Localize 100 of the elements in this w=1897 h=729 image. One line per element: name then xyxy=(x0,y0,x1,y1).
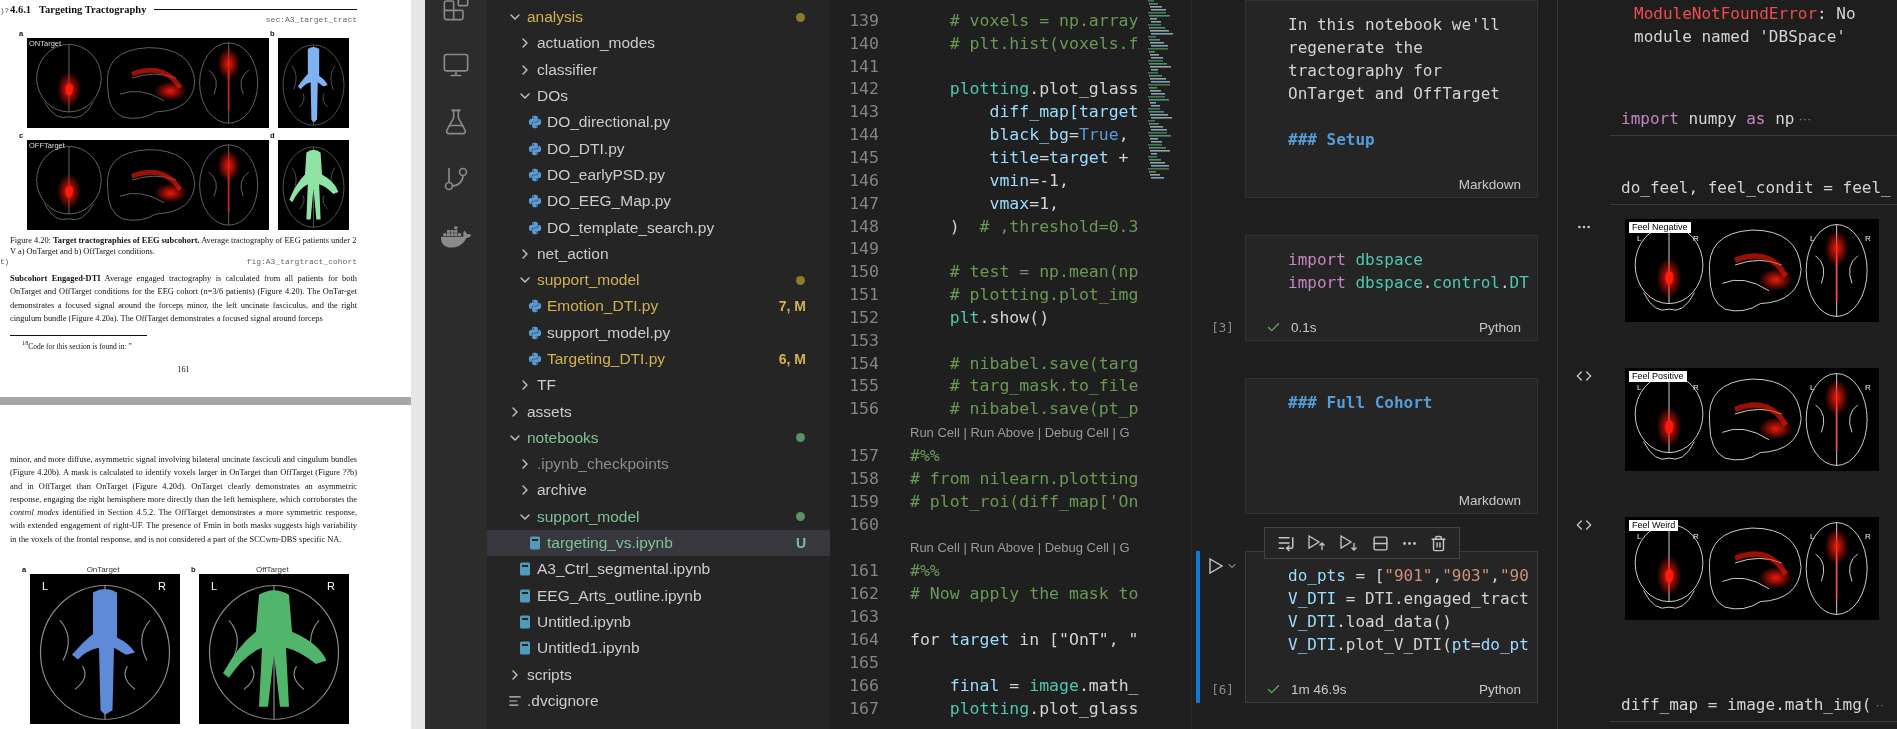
execution-time: 0.1s xyxy=(1291,319,1317,335)
cell-language[interactable]: Python xyxy=(1478,319,1521,335)
section-label: sec:A3_target_tract xyxy=(265,15,357,24)
trash-icon[interactable] xyxy=(1429,534,1447,552)
panel-title: OffTarget xyxy=(254,565,290,575)
line-number: 160 xyxy=(848,514,879,534)
line-number: 161 xyxy=(848,561,879,581)
git-status-label: 7, M xyxy=(778,298,806,315)
code-icon[interactable] xyxy=(1576,368,1592,384)
file-item[interactable]: DO_EEG_Map.py xyxy=(487,188,830,215)
folder-item[interactable]: scripts xyxy=(487,661,830,688)
line-number: 142 xyxy=(848,79,879,99)
cell-language[interactable]: Markdown xyxy=(1458,492,1521,508)
axis-label: R xyxy=(327,580,335,593)
axis-label: R xyxy=(1865,532,1871,541)
code-lens-links[interactable]: Run Cell | Run Above | Debug Cell | G xyxy=(910,540,1130,556)
code-line: for target in ["OnT", " xyxy=(910,630,1139,649)
fold-marker[interactable]: ··· xyxy=(1798,107,1812,130)
blocks-icon[interactable] xyxy=(442,0,470,22)
folder-item[interactable]: actuation_modes xyxy=(487,30,830,57)
folder-item[interactable]: net_action xyxy=(487,240,830,267)
code-line: V_DTI.plot_V_DTI(pt=do_pt xyxy=(1288,634,1530,656)
code-cell[interactable]: import dbspace import dbspace.control.DT 0.1s Python xyxy=(1245,235,1538,341)
line-number: 153 xyxy=(848,330,879,350)
python-icon xyxy=(528,194,542,209)
code-icon[interactable] xyxy=(1576,517,1592,533)
line-number: 154 xyxy=(848,353,879,373)
python-icon xyxy=(528,115,542,130)
monitor-icon[interactable] xyxy=(442,51,470,79)
run-icon[interactable] xyxy=(1207,557,1224,575)
folder-item[interactable]: .ipynb_checkpoints xyxy=(487,451,830,478)
plot-title: Feel Positive xyxy=(1629,371,1687,382)
python-icon xyxy=(528,141,542,156)
folder-item[interactable]: support_model xyxy=(487,266,830,294)
execution-count: [6] xyxy=(1211,681,1234,699)
python-icon xyxy=(528,352,542,366)
file-item[interactable]: support_model.py xyxy=(487,319,830,346)
code-line: V_DTI.load_data() xyxy=(1288,611,1453,633)
python-icon xyxy=(528,167,542,182)
line-number: 157 xyxy=(848,446,879,466)
markdown-cell[interactable]: In this notebook we'll regenerate the tractography for OnTarget and OffTarget ### Setup Markdown xyxy=(1245,0,1538,198)
file-item[interactable]: targeting_vs.ipynb U xyxy=(487,529,830,557)
split-cell-icon[interactable] xyxy=(1371,534,1389,552)
git-status-label: U xyxy=(795,535,806,552)
axis-label: L xyxy=(1637,234,1642,243)
figure-caption: Figure 4.20: Target tractographies of EEG subcohort. Average tractography of EEG patients under 2 V a) OnTarget and b) OffTarget conditions. xyxy=(10,235,357,257)
axis-label: R xyxy=(158,580,166,593)
axis-label: R xyxy=(1693,234,1699,243)
code-line: ) # ,threshold=0.3 xyxy=(948,216,1139,236)
file-item[interactable]: DO_DTI.py xyxy=(487,135,830,162)
axis-label: R xyxy=(1693,532,1699,541)
run-by-line-icon[interactable] xyxy=(1277,534,1296,552)
axis-label: R xyxy=(1865,234,1871,243)
markdown-cell[interactable]: ### Full Cohort Markdown xyxy=(1245,378,1538,514)
folder-item[interactable]: analysis xyxy=(487,4,830,31)
cell-language[interactable]: Python xyxy=(1478,681,1521,697)
code-line: plotting.plot_glass xyxy=(948,79,1139,99)
code-lens-links[interactable]: Run Cell | Run Above | Debug Cell | G xyxy=(910,424,1130,440)
file-item[interactable]: Targeting_DTI.py 6, M xyxy=(487,345,830,373)
file-item[interactable]: A3_Ctrl_segmental.ipynb xyxy=(487,556,830,583)
line-number: 144 xyxy=(848,125,879,145)
folder-item[interactable]: DOs xyxy=(487,82,830,110)
code-cell[interactable]: do_pts = ["901","903","90 V_DTI = DTI.engaged_tract V_DTI.load_data() V_DTI.plot_V_DTI(pt=do_pt 1m 46.9s Python xyxy=(1245,551,1538,703)
file-item[interactable]: .dvcignore xyxy=(487,687,830,714)
line-number: 151 xyxy=(848,285,879,305)
file-item[interactable]: DO_template_search.py xyxy=(487,214,830,241)
markdown-heading: ### Setup xyxy=(1288,129,1376,151)
code-line: title=target + xyxy=(988,148,1129,167)
file-item[interactable]: Untitled1.ipynb xyxy=(487,635,830,662)
folder-item[interactable]: archive xyxy=(487,477,830,504)
line-number: 149 xyxy=(848,239,879,259)
file-item[interactable]: Untitled.ipynb xyxy=(487,608,830,636)
fold-marker[interactable]: ·· xyxy=(1875,693,1885,716)
code-line: diff_map = image.math_img( xyxy=(1621,694,1872,716)
folder-item[interactable]: notebooks xyxy=(487,424,830,452)
line-number: 145 xyxy=(848,148,879,167)
folder-item[interactable]: support_model xyxy=(487,503,830,530)
line-number: 163 xyxy=(848,607,879,627)
code-line: # plot_roi(diff_map['On xyxy=(910,491,1139,511)
error-message: ModuleNotFoundError: No module named 'DBSpace' xyxy=(1633,3,1857,48)
line-number: 155 xyxy=(848,376,879,396)
file-item[interactable]: DO_earlyPSD.py xyxy=(487,161,830,189)
file-item[interactable]: EEG_Arts_outline.ipynb xyxy=(487,582,830,609)
file-item[interactable]: Emotion_DTI.py 7, M xyxy=(487,293,830,320)
folder-item[interactable]: classifier xyxy=(487,56,830,83)
run-below-icon[interactable] xyxy=(1339,534,1360,552)
markdown-text: In this notebook we'll xyxy=(1288,14,1501,36)
execution-time: 1m 46.9s xyxy=(1291,681,1347,697)
notebook-icon xyxy=(519,588,531,603)
line-number: 167 xyxy=(848,698,879,718)
code-line: import dbspace xyxy=(1288,249,1424,271)
folder-item[interactable]: TF xyxy=(487,372,830,399)
folder-item[interactable]: assets xyxy=(487,398,830,425)
code-line: # plotting.plot_img xyxy=(948,285,1139,305)
branch-icon[interactable] xyxy=(442,165,470,193)
line-number: 146 xyxy=(848,170,879,190)
cell-language[interactable]: Markdown xyxy=(1458,176,1521,192)
code-line: # nibabel.save(targ xyxy=(948,353,1139,373)
page-number: 161 xyxy=(177,364,190,374)
file-item[interactable]: DO_directional.py xyxy=(487,109,830,136)
